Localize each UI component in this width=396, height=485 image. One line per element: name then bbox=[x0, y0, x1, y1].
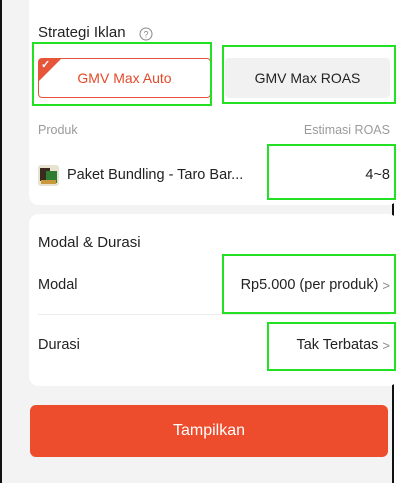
strategy-option-label: GMV Max ROAS bbox=[254, 70, 361, 86]
budget-section-title: Modal & Durasi bbox=[38, 234, 141, 251]
check-icon: ✓ bbox=[41, 59, 51, 71]
duration-selector[interactable]: Tak Terbatas > bbox=[296, 337, 390, 353]
budget-label: Modal bbox=[38, 277, 78, 293]
strategy-card: Strategi Iklan ? ✓ GMV Max Auto GMV Max … bbox=[29, 0, 396, 205]
svg-text:?: ? bbox=[143, 30, 148, 40]
column-header-product: Produk bbox=[38, 123, 78, 137]
strategy-option-gmv-max-roas[interactable]: GMV Max ROAS bbox=[225, 58, 390, 98]
strategy-option-gmv-max-auto[interactable]: ✓ GMV Max Auto bbox=[38, 58, 211, 98]
chevron-right-icon: > bbox=[382, 277, 390, 293]
column-header-roas: Estimasi ROAS bbox=[303, 123, 390, 137]
app-frame: Strategi Iklan ? ✓ GMV Max Auto GMV Max … bbox=[0, 0, 396, 483]
budget-duration-card: Modal & Durasi Modal Rp5.000 (per produk… bbox=[29, 214, 396, 386]
strategy-title: Strategi Iklan bbox=[38, 24, 126, 41]
help-icon[interactable]: ? bbox=[139, 27, 153, 41]
duration-value: Tak Terbatas bbox=[296, 337, 379, 353]
product-name: Paket Bundling - Taro Bar... bbox=[67, 167, 244, 183]
budget-value: Rp5.000 (per produk) bbox=[240, 277, 379, 293]
budget-selector[interactable]: Rp5.000 (per produk) > bbox=[241, 277, 390, 293]
product-thumbnail bbox=[38, 165, 59, 186]
chevron-right-icon: > bbox=[382, 337, 390, 353]
duration-label: Durasi bbox=[38, 337, 80, 353]
estimated-roas-value: 4~8 bbox=[365, 167, 390, 183]
strategy-option-label: GMV Max Auto bbox=[77, 70, 172, 86]
show-button[interactable]: Tampilkan bbox=[30, 405, 388, 457]
divider bbox=[38, 314, 390, 315]
